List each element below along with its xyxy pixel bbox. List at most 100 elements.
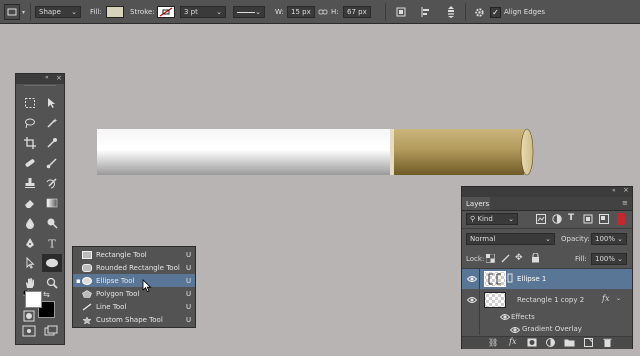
stroke-label: Stroke: bbox=[130, 8, 155, 16]
gear-button[interactable] bbox=[473, 0, 485, 24]
menu-item-ellipse-tool[interactable]: ▪ Ellipse Tool U bbox=[73, 274, 195, 287]
collapse-icon[interactable]: « bbox=[45, 74, 49, 81]
panel-menu-icon[interactable]: ≡ bbox=[622, 199, 628, 207]
stroke-type-select[interactable]: ⌄ bbox=[233, 0, 265, 24]
stroke-width-input[interactable]: 3 pt ⌄ bbox=[180, 0, 226, 24]
add-layer-style-icon[interactable]: fx bbox=[509, 337, 516, 346]
lock-position-icon[interactable]: ✥ bbox=[515, 253, 525, 263]
width-input[interactable]: 15 px bbox=[287, 0, 315, 24]
history-brush-tool-icon[interactable] bbox=[42, 174, 62, 192]
adjustment-layer-filter-icon[interactable] bbox=[552, 214, 562, 224]
path-arrangement-button[interactable] bbox=[445, 0, 457, 24]
pixel-layer-filter-icon[interactable] bbox=[536, 214, 546, 224]
effects-row[interactable]: Effects bbox=[462, 310, 632, 323]
cigarette-paper bbox=[97, 129, 390, 175]
pen-tool-icon[interactable] bbox=[20, 234, 40, 252]
cigarette-end bbox=[520, 128, 534, 176]
blur-tool-icon[interactable] bbox=[20, 214, 40, 232]
trash-icon[interactable] bbox=[603, 338, 612, 349]
new-layer-icon[interactable] bbox=[584, 338, 593, 349]
close-icon[interactable]: × bbox=[623, 186, 629, 194]
eraser-tool-icon[interactable] bbox=[20, 194, 40, 212]
add-mask-icon[interactable] bbox=[527, 338, 537, 349]
clone-stamp-tool-icon[interactable] bbox=[20, 174, 40, 192]
move-tool-icon[interactable] bbox=[42, 94, 62, 112]
path-selection-tool-icon[interactable] bbox=[20, 254, 40, 272]
smart-object-filter-icon[interactable] bbox=[599, 214, 609, 224]
align-edges-checkbox[interactable]: ✓ Align Edges bbox=[490, 0, 545, 24]
type-layer-filter-icon[interactable]: T bbox=[568, 213, 578, 223]
lock-transparent-pixels-icon[interactable] bbox=[485, 253, 495, 263]
fill-opacity-value: 100% bbox=[595, 255, 616, 263]
layer-effects-icon[interactable]: fx bbox=[602, 294, 609, 303]
ellipse-tool-icon[interactable] bbox=[42, 254, 62, 272]
brush-tool-icon[interactable] bbox=[42, 154, 62, 172]
quick-mask-icon[interactable] bbox=[23, 310, 35, 322]
menu-item-rectangle-tool[interactable]: Rectangle Tool U bbox=[73, 248, 195, 261]
path-alignment-button[interactable] bbox=[420, 0, 432, 24]
pen-shape-icon bbox=[4, 4, 20, 20]
link-layers-icon[interactable]: ⛓ bbox=[488, 338, 498, 347]
layer-row-rectangle-1-copy-2[interactable]: Rectangle 1 copy 2 fx ⌄ bbox=[462, 290, 632, 310]
new-group-folder-icon[interactable] bbox=[564, 338, 575, 349]
lasso-tool-icon[interactable] bbox=[20, 114, 40, 132]
opacity-label: Opacity: bbox=[561, 235, 590, 243]
layers-panel-footer: ⛓ fx bbox=[462, 336, 632, 349]
menu-item-custom-shape-tool[interactable]: Custom Shape Tool U bbox=[73, 313, 195, 326]
fill-label: Fill: bbox=[90, 8, 102, 16]
blend-mode-value: Normal bbox=[470, 235, 496, 243]
new-adjustment-layer-icon[interactable] bbox=[546, 338, 555, 349]
options-bar: ▾ Shape ⌄ Fill: Stroke: 3 pt ⌄ ⌄ W: 15 p… bbox=[0, 0, 640, 24]
screen-mode-icon[interactable] bbox=[22, 325, 36, 337]
dodge-tool-icon[interactable] bbox=[42, 214, 62, 232]
layer-row-ellipse-1[interactable]: Ellipse 1 bbox=[462, 269, 632, 289]
path-operations-button[interactable] bbox=[395, 0, 407, 24]
lock-all-icon[interactable] bbox=[531, 252, 540, 263]
magic-wand-tool-icon[interactable] bbox=[42, 114, 62, 132]
effect-row-gradient-overlay[interactable]: Gradient Overlay bbox=[462, 323, 632, 335]
shortcut-key: U bbox=[186, 276, 192, 285]
tool-preset-picker[interactable]: ▾ bbox=[4, 0, 25, 24]
filter-kind-select[interactable]: ⚲ Kind ⌄ bbox=[466, 213, 518, 225]
gradient-tool-icon[interactable] bbox=[42, 194, 62, 212]
line-tool-icon bbox=[82, 303, 92, 311]
visibility-eye-icon[interactable] bbox=[510, 325, 520, 335]
tools-panel-header[interactable]: « × bbox=[16, 74, 64, 84]
menu-item-rounded-rectangle-tool[interactable]: Rounded Rectangle Tool U bbox=[73, 261, 195, 274]
fill-opacity-input[interactable]: 100% ⌄ bbox=[591, 253, 627, 265]
foreground-color-swatch[interactable] bbox=[25, 291, 42, 308]
layer-thumbnail bbox=[484, 271, 506, 287]
layers-panel-header[interactable]: « × bbox=[462, 186, 632, 197]
fill-swatch[interactable] bbox=[106, 0, 124, 24]
shape-tools-flyout-menu: Rectangle Tool U Rounded Rectangle Tool … bbox=[72, 246, 196, 328]
shortcut-key: U bbox=[186, 302, 192, 311]
collapse-icon[interactable]: « bbox=[612, 187, 616, 194]
change-screen-mode-icon[interactable] bbox=[44, 325, 58, 337]
close-icon[interactable]: × bbox=[56, 74, 62, 82]
swap-colors-icon[interactable]: ⇆ bbox=[43, 290, 53, 300]
lock-image-pixels-icon[interactable] bbox=[501, 254, 510, 263]
height-input[interactable]: 67 px bbox=[343, 0, 371, 24]
tab-layers[interactable]: Layers bbox=[462, 197, 490, 210]
blend-mode-select[interactable]: Normal ⌄ bbox=[466, 233, 555, 245]
type-tool-icon[interactable]: T bbox=[42, 234, 62, 252]
chevron-down-icon[interactable]: ⌄ bbox=[616, 295, 621, 302]
stroke-swatch[interactable] bbox=[157, 0, 175, 24]
link-icon[interactable] bbox=[318, 0, 328, 24]
stroke-line-sample bbox=[237, 11, 256, 13]
visibility-eye-icon[interactable] bbox=[467, 295, 477, 305]
opacity-input[interactable]: 100% ⌄ bbox=[591, 233, 627, 245]
menu-item-polygon-tool[interactable]: Polygon Tool U bbox=[73, 287, 195, 300]
eyedropper-tool-icon[interactable] bbox=[42, 134, 62, 152]
shape-layer-filter-icon[interactable] bbox=[583, 214, 593, 224]
crop-tool-icon[interactable] bbox=[20, 134, 40, 152]
healing-brush-tool-icon[interactable] bbox=[20, 154, 40, 172]
visibility-eye-icon[interactable] bbox=[500, 312, 510, 322]
svg-text:T: T bbox=[48, 238, 56, 250]
filter-toggle-switch[interactable] bbox=[617, 213, 625, 225]
mode-select[interactable]: Shape ⌄ bbox=[35, 0, 81, 24]
marquee-tool-icon[interactable] bbox=[20, 94, 40, 112]
visibility-eye-icon[interactable] bbox=[467, 274, 477, 284]
rectangle-tool-icon bbox=[82, 250, 92, 259]
menu-item-line-tool[interactable]: Line Tool U bbox=[73, 300, 195, 313]
